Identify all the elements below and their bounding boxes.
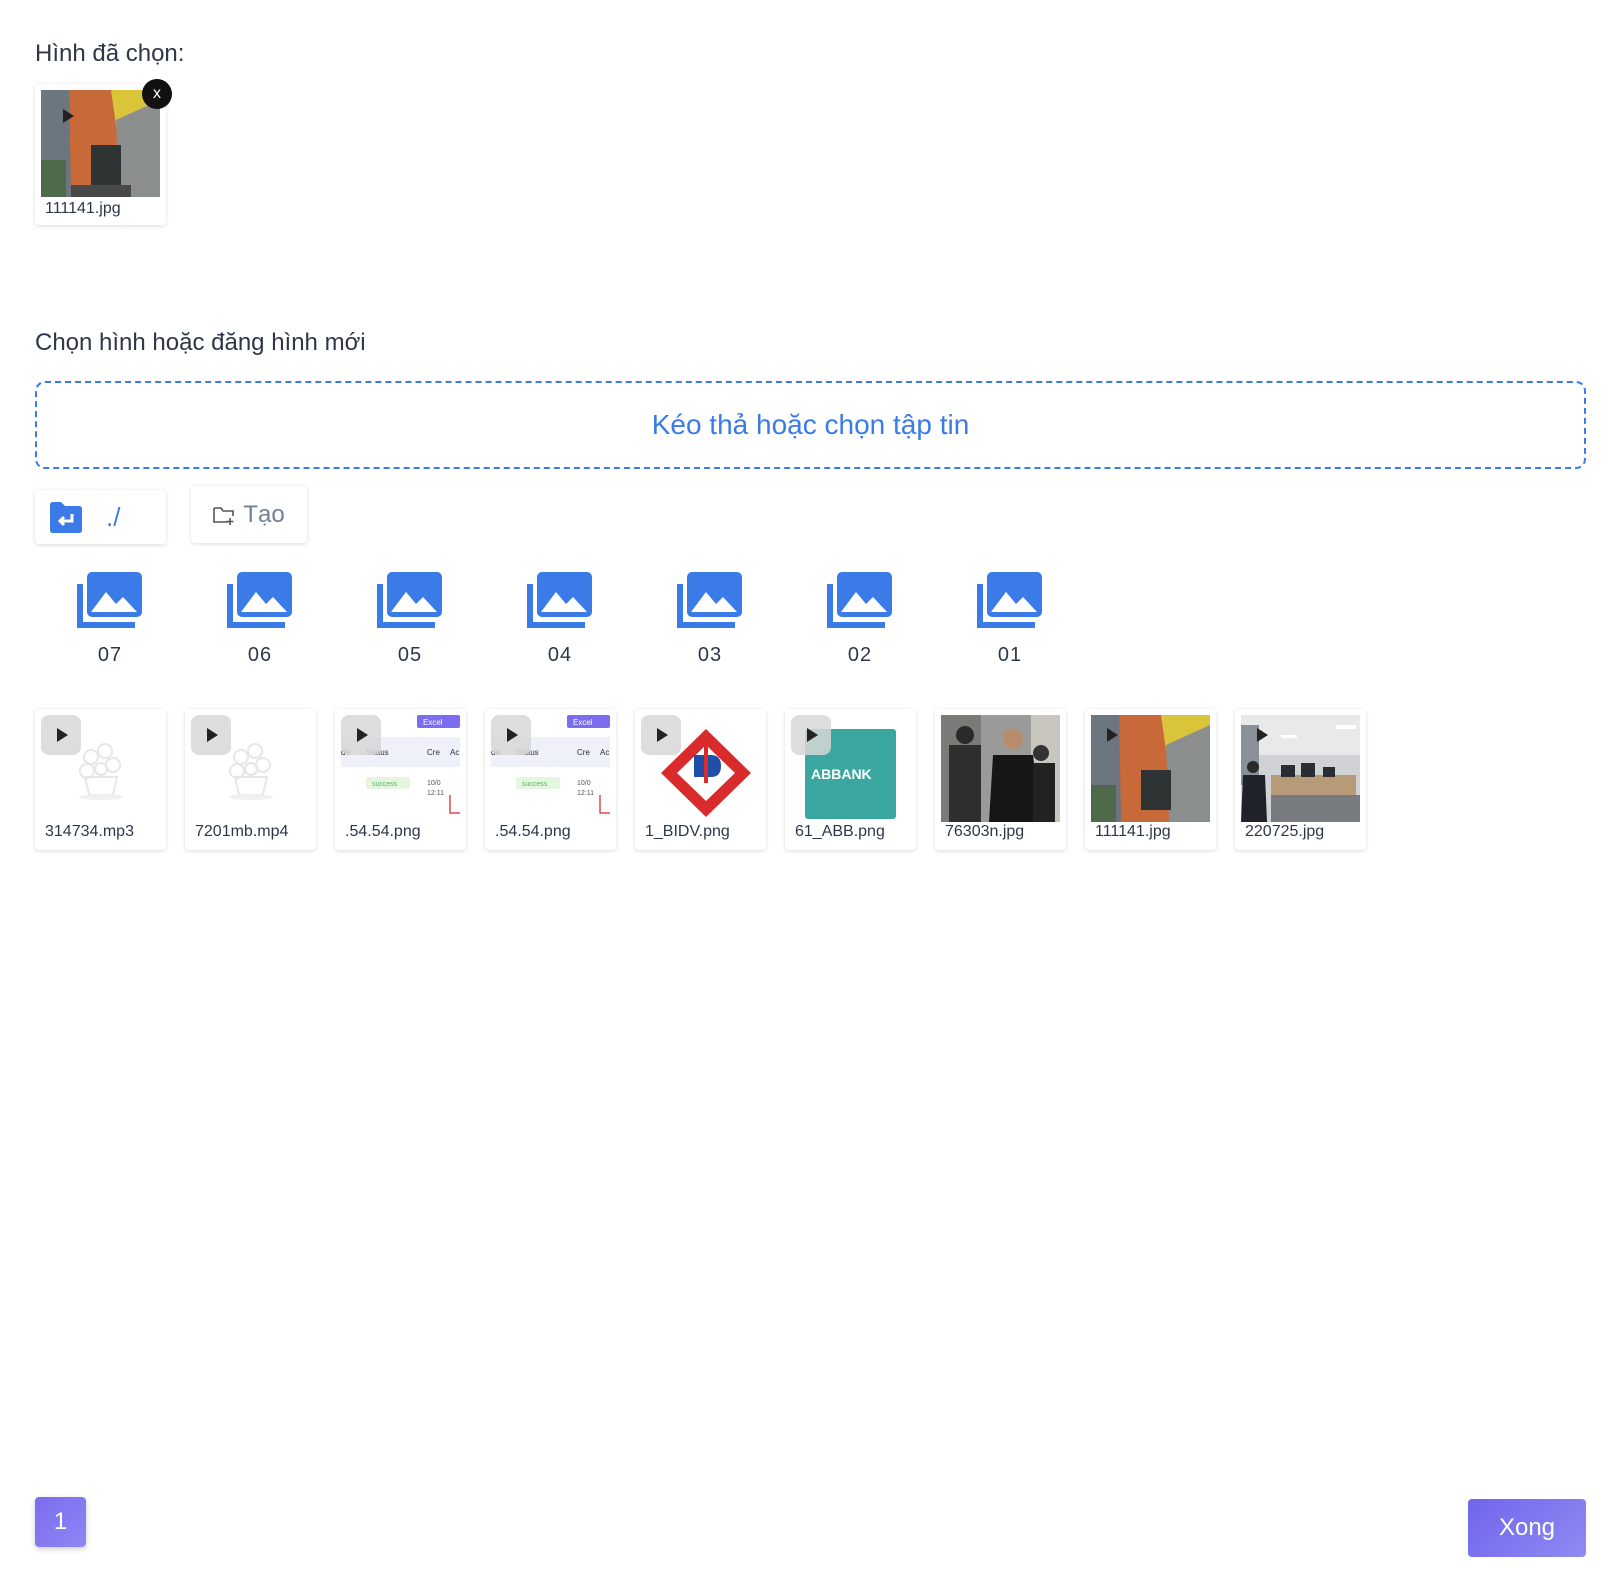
- folder-item[interactable]: 06: [185, 570, 335, 680]
- folder-images-icon: [227, 572, 292, 628]
- folder-item[interactable]: 07: [35, 570, 185, 680]
- current-path: ./: [106, 501, 121, 532]
- file-name: 61_ABB.png: [795, 823, 885, 840]
- play-icon[interactable]: [191, 715, 231, 755]
- file-name: 7201mb.mp4: [195, 823, 289, 840]
- folder-up-button[interactable]: ./: [35, 490, 166, 544]
- file-item[interactable]: 76303n.jpg: [935, 709, 1066, 850]
- svg-text:10/0: 10/0: [577, 780, 591, 787]
- folder-plus-icon: [213, 506, 235, 525]
- folder-images-icon: [827, 572, 892, 628]
- play-icon[interactable]: [1091, 715, 1131, 755]
- svg-text:success: success: [372, 781, 398, 788]
- svg-text:success: success: [522, 781, 548, 788]
- folder-label: 02: [847, 644, 873, 666]
- svg-text:Cre: Cre: [577, 748, 590, 757]
- create-folder-label: Tạo: [243, 500, 285, 528]
- file-name: 76303n.jpg: [945, 823, 1025, 840]
- create-folder-button[interactable]: Tạo: [191, 486, 307, 543]
- file-dropzone[interactable]: Kéo thả hoặc chọn tập tin: [35, 381, 1586, 469]
- svg-text:12:11: 12:11: [427, 790, 444, 797]
- play-icon[interactable]: [491, 715, 531, 755]
- dropzone-label: Kéo thả hoặc chọn tập tin: [651, 409, 970, 440]
- folder-item[interactable]: 03: [635, 570, 785, 680]
- svg-text:Ac: Ac: [450, 748, 459, 757]
- svg-text:12:11: 12:11: [577, 790, 594, 797]
- folder-images-icon: [377, 572, 442, 628]
- folder-label: 04: [547, 644, 573, 666]
- file-item[interactable]: 1_BIDV.png: [635, 709, 766, 850]
- media-picker: Hình đã chọn: 111141.jpg x Chọn hình hoặ…: [0, 0, 1616, 1592]
- folder-images-icon: [677, 572, 742, 628]
- selected-file-name: 111141.jpg: [45, 200, 121, 217]
- folder-label: 07: [97, 644, 123, 666]
- file-name: .54.54.png: [495, 823, 571, 840]
- selected-title: Hình đã chọn:: [35, 40, 185, 67]
- folder-item[interactable]: 05: [335, 570, 485, 680]
- svg-text:ABBANK: ABBANK: [811, 766, 872, 782]
- folder-item[interactable]: 04: [485, 570, 635, 680]
- file-name: .54.54.png: [345, 823, 421, 840]
- browse-title: Chọn hình hoặc đăng hình mới: [35, 329, 366, 356]
- play-icon[interactable]: [41, 715, 81, 755]
- file-item[interactable]: Excel de Status Cre Ac success 10/0 12:1…: [485, 709, 616, 850]
- file-item[interactable]: 220725.jpg: [1235, 709, 1366, 850]
- play-icon[interactable]: [791, 715, 831, 755]
- file-name: 314734.mp3: [45, 823, 134, 840]
- svg-text:10/0: 10/0: [427, 780, 441, 787]
- file-item[interactable]: 7201mb.mp4: [185, 709, 316, 850]
- selected-thumbnail: [41, 90, 160, 197]
- file-name: 1_BIDV.png: [645, 823, 730, 840]
- play-icon[interactable]: [1241, 715, 1281, 755]
- file-item[interactable]: 111141.jpg: [1085, 709, 1216, 850]
- svg-text:Ac: Ac: [600, 748, 609, 757]
- svg-text:Excel: Excel: [573, 718, 593, 727]
- people-photo: [941, 715, 1060, 822]
- folder-label: 03: [697, 644, 723, 666]
- folder-item[interactable]: 01: [935, 570, 1085, 680]
- svg-text:Excel: Excel: [423, 718, 443, 727]
- folder-return-icon: [50, 502, 82, 533]
- folder-images-icon: [527, 572, 592, 628]
- pagination-page-1[interactable]: 1: [35, 1497, 86, 1547]
- file-list: 314734.mp3 7201mb.mp4 Excel Cre Ac succe…: [35, 709, 1366, 850]
- file-item[interactable]: Excel de Status Cre Ac success 10/0 12:1…: [335, 709, 466, 850]
- folder-images-icon: [977, 572, 1042, 628]
- play-icon: [47, 96, 87, 136]
- folder-label: 06: [247, 644, 273, 666]
- folder-label: 05: [397, 644, 423, 666]
- done-button[interactable]: Xong: [1468, 1499, 1586, 1557]
- remove-selected-button[interactable]: x: [142, 79, 172, 109]
- file-item[interactable]: ABBANK 61_ABB.png: [785, 709, 916, 850]
- folder-images-icon: [77, 572, 142, 628]
- file-name: 220725.jpg: [1245, 823, 1325, 840]
- file-name: 111141.jpg: [1095, 823, 1171, 840]
- svg-text:Cre: Cre: [427, 748, 440, 757]
- folder-list: 07 06 05 04 03 02 01: [35, 570, 1085, 680]
- file-item[interactable]: 314734.mp3: [35, 709, 166, 850]
- folder-item[interactable]: 02: [785, 570, 935, 680]
- folder-label: 01: [997, 644, 1023, 666]
- play-icon[interactable]: [641, 715, 681, 755]
- play-icon[interactable]: [341, 715, 381, 755]
